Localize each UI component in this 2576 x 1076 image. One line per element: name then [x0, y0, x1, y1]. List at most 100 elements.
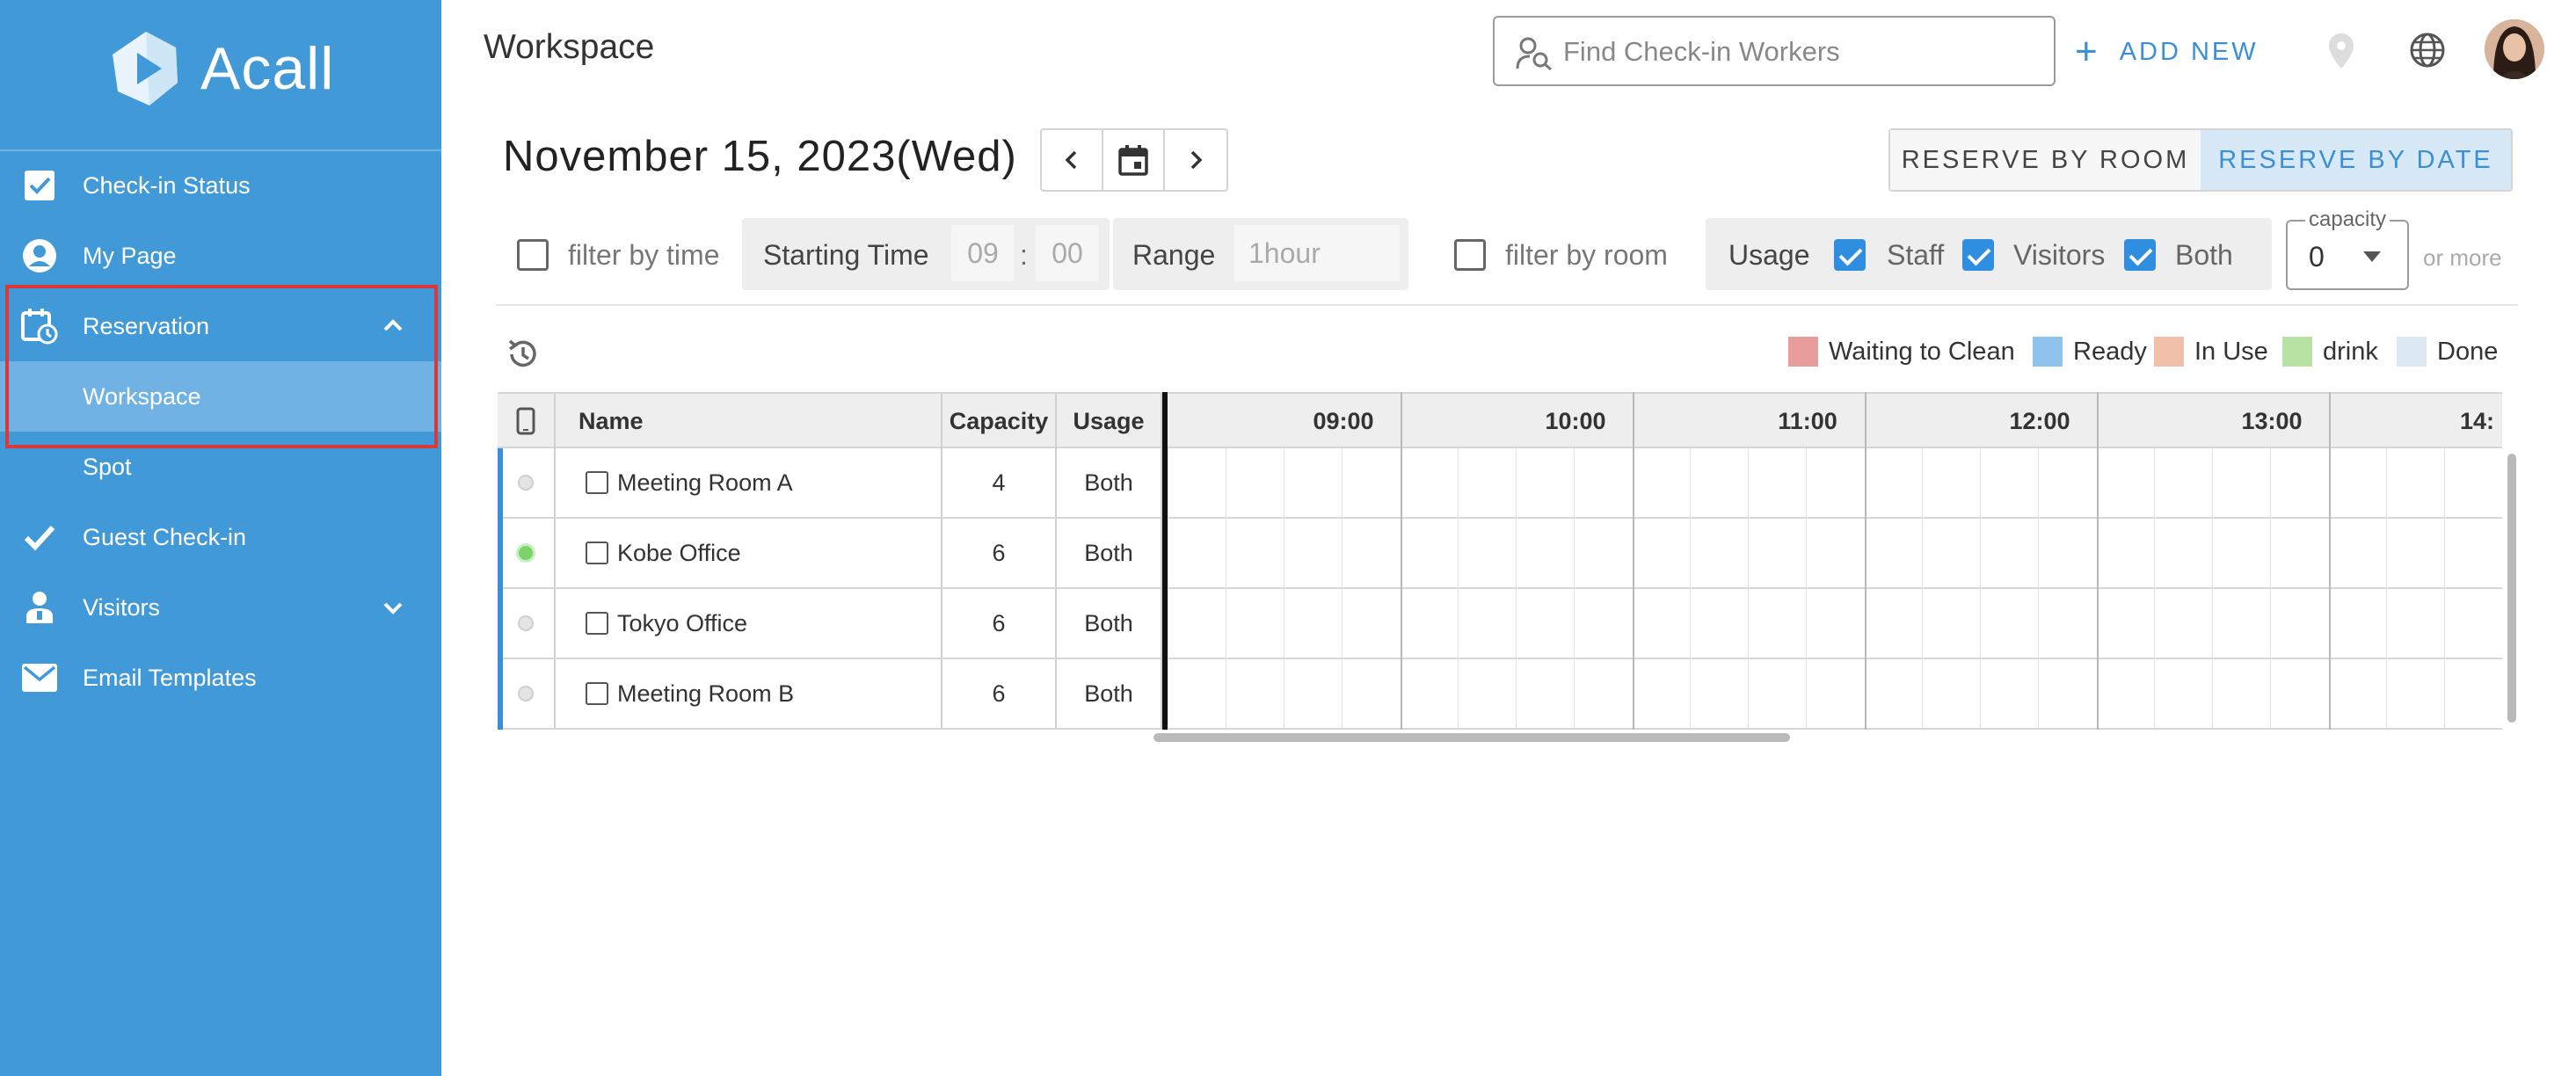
row-checkbox[interactable]	[586, 471, 608, 494]
range-label: Range	[1132, 239, 1216, 271]
hour-label: 11:00	[1778, 407, 1837, 434]
calendar-button[interactable]	[1103, 130, 1165, 190]
envelope-icon	[21, 659, 58, 696]
usage-visitors-checkbox[interactable]	[1962, 239, 1994, 271]
chevron-down-icon[interactable]	[380, 594, 406, 621]
start-hour-input[interactable]: 09	[951, 225, 1015, 281]
room-name: Kobe Office	[617, 539, 741, 566]
usage-both-label: Both	[2175, 239, 2233, 271]
sidebar: Acall Check-in Status My Page Reservatio…	[0, 0, 441, 1076]
hour-gridline	[2097, 392, 2099, 730]
hour-label: 12:00	[2009, 407, 2070, 434]
checkmark-icon	[21, 519, 58, 556]
legend-label: Ready	[2073, 337, 2147, 366]
app-logo[interactable]: Acall	[106, 26, 334, 111]
hour-label: 14:	[2460, 407, 2495, 434]
sidebar-item-check-in-status[interactable]: Check-in Status	[0, 150, 441, 221]
refresh-clock-icon[interactable]	[505, 336, 542, 377]
device-column-header	[498, 394, 556, 448]
legend-label: Done	[2437, 337, 2499, 366]
legend-label: In Use	[2194, 337, 2268, 366]
table-row[interactable]: Meeting Room A 4 Both	[498, 448, 2502, 519]
reserve-by-date-button[interactable]: RESERVE BY DATE	[2201, 130, 2511, 190]
quarter-gridline	[2386, 448, 2387, 730]
table-row[interactable]: Tokyo Office 6 Both	[498, 589, 2502, 659]
sidebar-item-label: Guest Check-in	[83, 523, 247, 550]
legend-swatch	[2154, 337, 2184, 367]
status-dot	[516, 543, 535, 563]
usage-both-checkbox[interactable]	[2124, 239, 2156, 271]
sidebar-item-guest-check-in[interactable]: Guest Check-in	[0, 502, 441, 572]
name-column-header[interactable]: Name	[556, 394, 942, 448]
calendar-icon	[1118, 145, 1148, 176]
filter-by-time-checkbox[interactable]	[517, 239, 549, 271]
row-checkbox[interactable]	[586, 612, 608, 635]
room-usage: Both	[1057, 589, 1162, 658]
status-dot	[518, 475, 534, 491]
legend-drink: drink	[2282, 334, 2378, 369]
table-row[interactable]: Kobe Office 6 Both	[498, 519, 2502, 589]
now-divider	[1162, 392, 1168, 730]
legend-ready: Ready	[2033, 334, 2147, 369]
room-capacity: 4	[942, 448, 1057, 517]
quarter-gridline	[1342, 448, 1343, 730]
sidebar-item-label: Check-in Status	[83, 171, 251, 199]
capacity-select[interactable]: capacity 0	[2286, 207, 2409, 290]
table-row[interactable]: Meeting Room B 6 Both	[498, 659, 2502, 730]
quarter-gridline	[2270, 448, 2271, 730]
filter-by-room-checkbox[interactable]	[1454, 239, 1486, 271]
sidebar-item-label: Email Templates	[83, 664, 257, 691]
legend-label: drink	[2323, 337, 2378, 366]
search-field[interactable]	[1493, 16, 2056, 86]
row-checkbox[interactable]	[586, 542, 608, 564]
or-more-label: or more	[2423, 244, 2502, 271]
previous-day-button[interactable]	[1042, 130, 1103, 190]
quarter-gridline	[1516, 448, 1517, 730]
sidebar-item-my-page[interactable]: My Page	[0, 221, 441, 291]
usage-column-header[interactable]: Usage	[1057, 394, 1162, 448]
filter-divider	[496, 304, 2518, 306]
status-dot	[518, 615, 534, 631]
search-input[interactable]	[1563, 32, 2038, 72]
legend-done: Done	[2397, 334, 2498, 369]
legend-in-use: In Use	[2154, 334, 2268, 369]
range-input[interactable]: 1hour	[1234, 225, 1400, 281]
visitors-icon	[21, 589, 58, 626]
add-new-button[interactable]: + ADD NEW	[2075, 30, 2259, 74]
usage-visitors-label: Visitors	[2013, 239, 2106, 271]
capacity-column-header[interactable]: Capacity	[942, 394, 1057, 448]
reserve-by-room-button[interactable]: RESERVE BY ROOM	[1890, 130, 2201, 190]
add-new-label: ADD NEW	[2119, 37, 2259, 66]
legend-waiting-to-clean: Waiting to Clean	[1788, 334, 2015, 369]
filter-by-room-label: filter by room	[1505, 239, 1668, 271]
globe-icon[interactable]	[2409, 32, 2446, 73]
date-navigator	[1040, 128, 1228, 192]
quarter-gridline	[1748, 448, 1749, 730]
user-search-icon	[1516, 37, 1554, 75]
horizontal-scrollbar[interactable]	[1153, 733, 1790, 742]
legend-swatch	[1788, 337, 1818, 367]
quarter-gridline	[1922, 448, 1923, 730]
sidebar-item-visitors[interactable]: Visitors	[0, 572, 441, 643]
room-usage: Both	[1057, 519, 1162, 587]
usage-label: Usage	[1728, 239, 1810, 271]
start-minute-input[interactable]: 00	[1036, 225, 1099, 281]
usage-staff-label: Staff	[1887, 239, 1945, 271]
row-checkbox[interactable]	[586, 682, 608, 705]
next-day-button[interactable]	[1165, 130, 1226, 190]
room-name: Meeting Room A	[617, 469, 793, 496]
quarter-gridline	[2154, 448, 2155, 730]
room-name: Tokyo Office	[617, 609, 748, 636]
vertical-scrollbar[interactable]	[2507, 454, 2516, 723]
reserve-mode-toggle: RESERVE BY ROOM RESERVE BY DATE	[1888, 128, 2513, 192]
starting-time-label: Starting Time	[763, 239, 929, 271]
quarter-gridline	[1980, 448, 1981, 730]
tablet-icon	[516, 407, 535, 435]
room-usage: Both	[1057, 659, 1162, 728]
usage-staff-checkbox[interactable]	[1834, 239, 1866, 271]
location-pin-icon[interactable]	[2326, 32, 2356, 75]
avatar[interactable]	[2485, 19, 2544, 79]
sidebar-item-email-templates[interactable]: Email Templates	[0, 643, 441, 713]
user-circle-icon	[21, 237, 58, 274]
capacity-label: capacity	[2305, 207, 2390, 232]
